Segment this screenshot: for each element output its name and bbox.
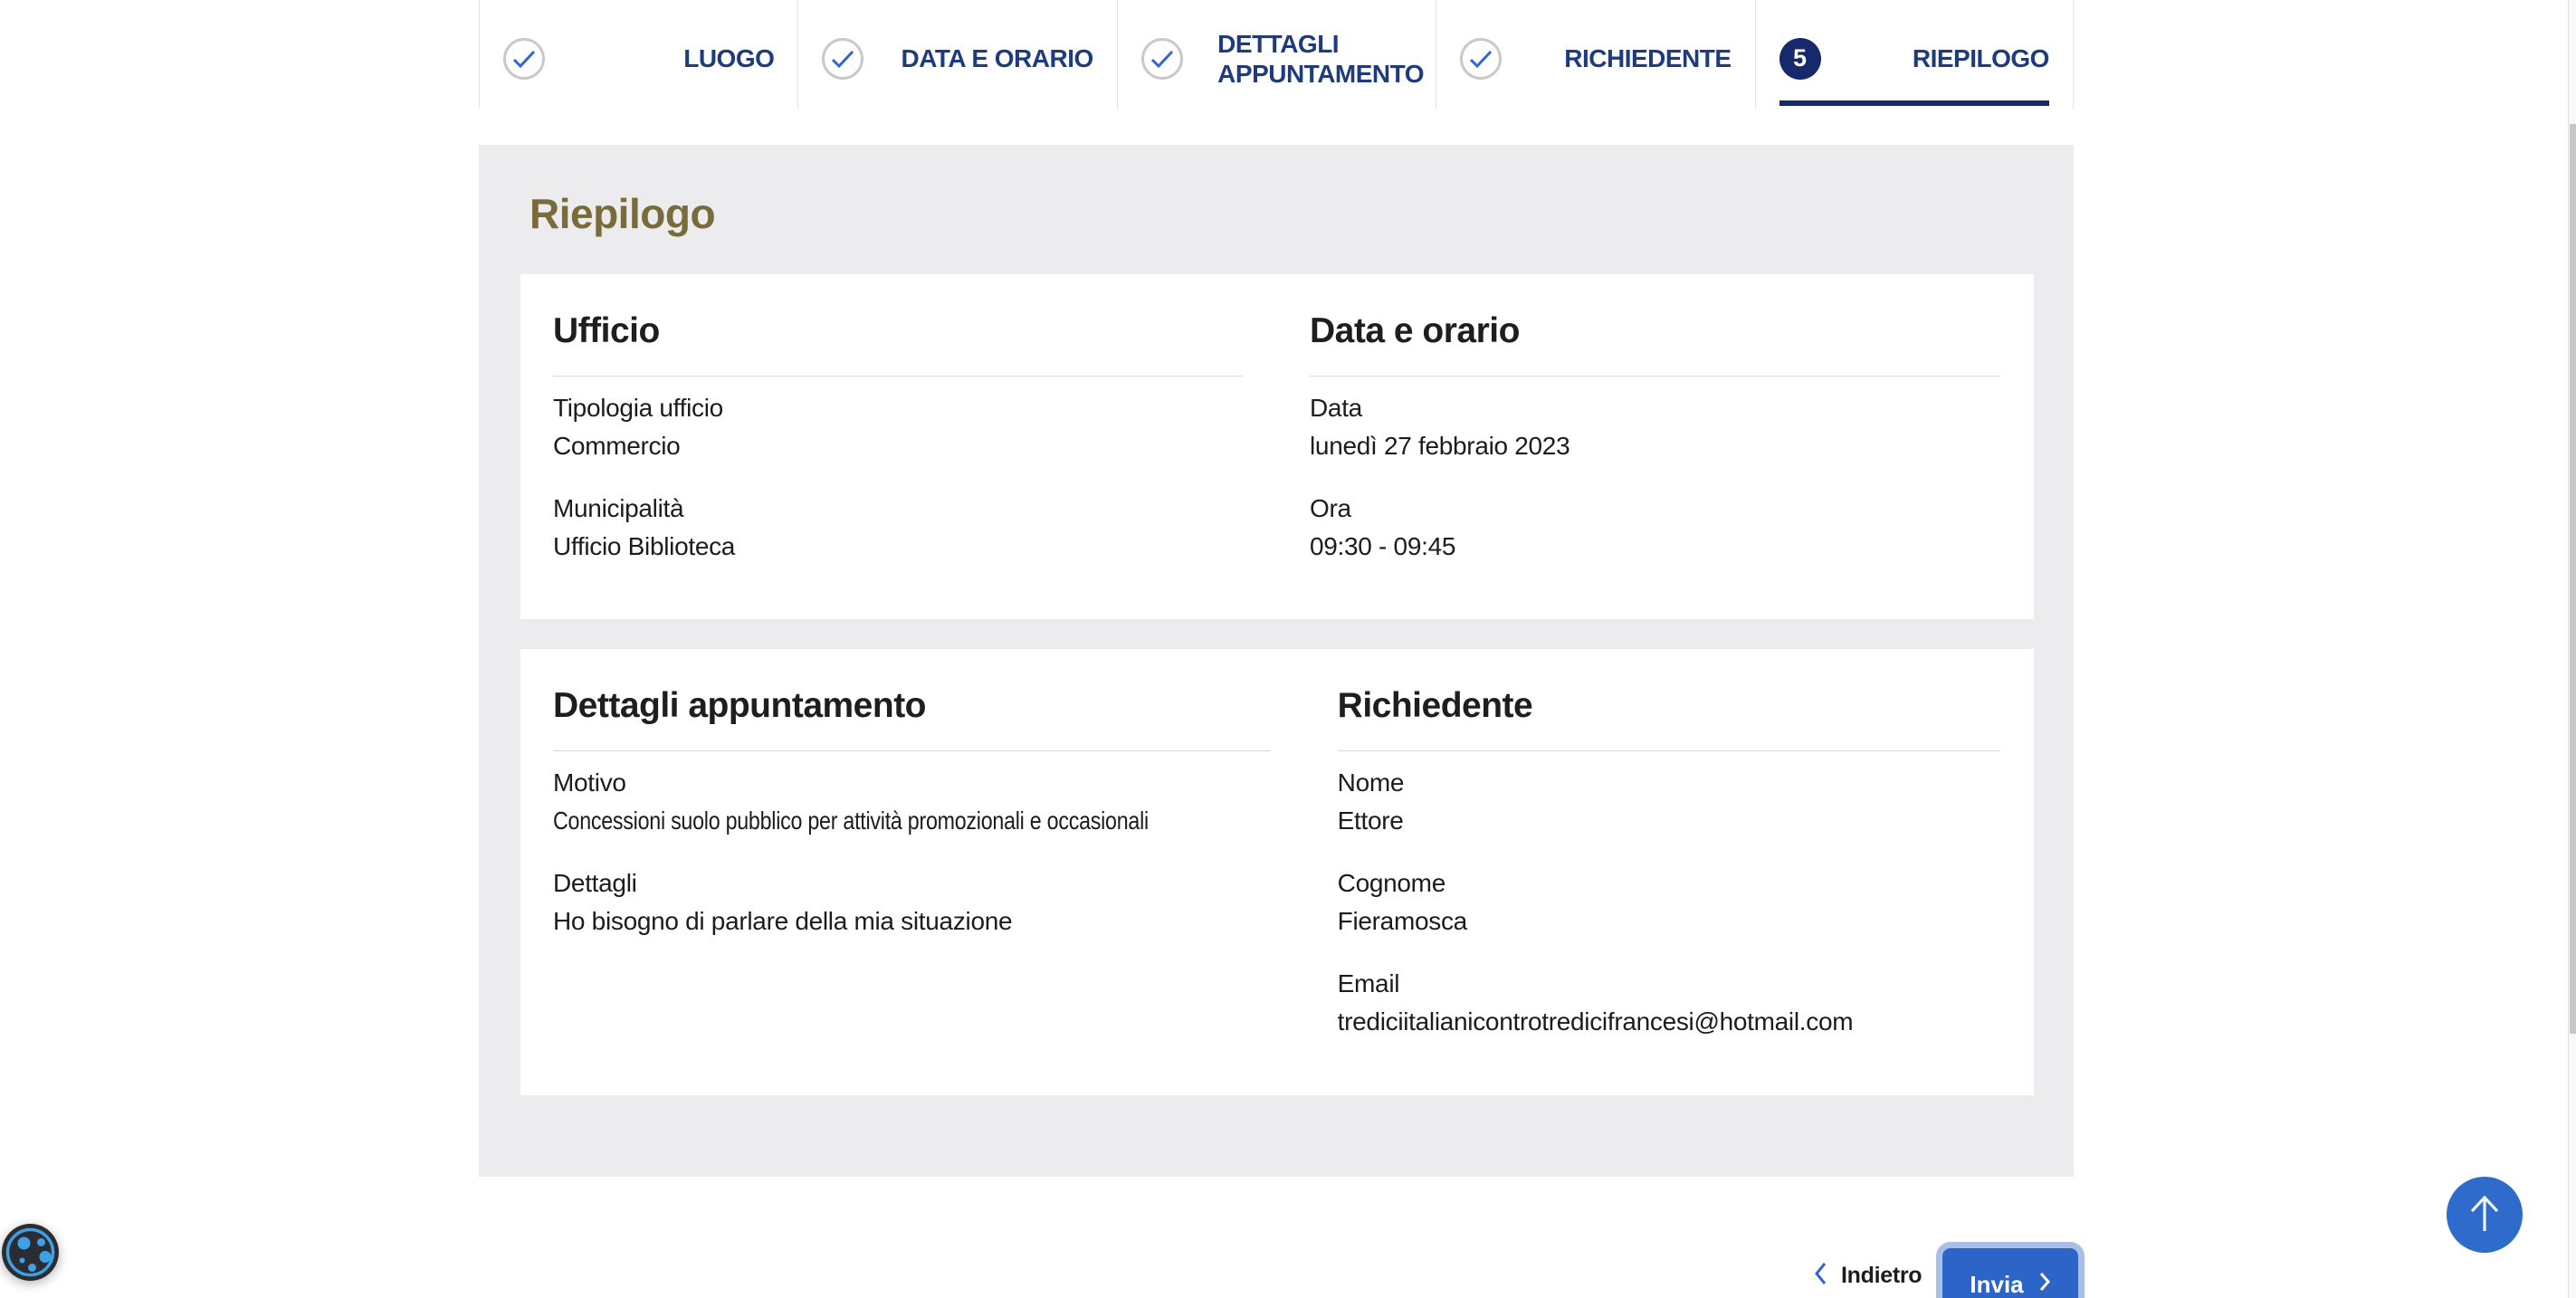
field-value: Ettore (1338, 802, 1999, 840)
check-icon (822, 38, 863, 80)
stepper-step-richiedente[interactable]: RICHIEDENTE (1436, 0, 1754, 110)
summary-field: Motivo Concessioni suolo pubblico per at… (553, 764, 1271, 840)
page-title: Riepilogo (530, 190, 715, 237)
stepper-step-luogo[interactable]: LUOGO (479, 0, 797, 110)
summary-section-data-e-orario: Data e orario Data lunedì 27 febbraio 20… (1277, 274, 2034, 619)
summary-field: Email trediciitalianicontrotredicifrance… (1338, 965, 1999, 1041)
summary-field: Data lunedì 27 febbraio 2023 (1310, 389, 1999, 465)
back-button[interactable]: Indietro (1813, 1261, 1922, 1291)
step-number-badge: 5 (1779, 38, 1821, 80)
field-label: Municipalità (553, 490, 1243, 528)
section-divider (1338, 750, 1999, 751)
submit-button[interactable]: Invia (1942, 1248, 2078, 1298)
section-divider (553, 750, 1271, 751)
chevron-right-icon (2038, 1271, 2051, 1298)
field-value: Fieramosca (1338, 902, 1999, 940)
arrow-up-icon (2465, 1193, 2504, 1237)
check-icon (1460, 38, 1502, 80)
field-value: 09:30 - 09:45 (1310, 528, 1999, 566)
summary-section-ufficio: Ufficio Tipologia ufficio Commercio Muni… (520, 274, 1277, 619)
field-value: Ho bisogno di parlare della mia situazio… (553, 902, 1271, 940)
step-label: LUOGO (683, 43, 774, 73)
field-label: Nome (1338, 764, 1999, 802)
stepper: LUOGO DATA E ORARIO DETTAGLI APPUNTAMENT… (479, 0, 2074, 110)
field-label: Tipologia ufficio (553, 389, 1243, 427)
submit-button-label: Invia (1970, 1271, 2023, 1298)
step-label: RIEPILOGO (1913, 43, 2049, 73)
step-label: DETTAGLI APPUNTAMENTO (1217, 29, 1412, 89)
summary-card-details-applicant: Dettagli appuntamento Motivo Concessioni… (520, 649, 2034, 1095)
stepper-step-data-e-orario[interactable]: DATA E ORARIO (797, 0, 1116, 110)
cookie-widget-button[interactable] (2, 1224, 59, 1281)
summary-field: Municipalità Ufficio Biblioteca (553, 490, 1243, 566)
back-button-label: Indietro (1841, 1263, 1922, 1289)
check-icon (503, 38, 545, 80)
chevron-left-icon (1813, 1261, 1827, 1291)
step-label: DATA E ORARIO (901, 43, 1092, 73)
field-label: Email (1338, 965, 1999, 1003)
scrollbar-thumb[interactable] (2570, 124, 2576, 1034)
field-label: Data (1310, 389, 1999, 427)
field-value: trediciitalianicontrotredicifrancesi@hot… (1338, 1003, 1999, 1041)
section-divider (553, 376, 1243, 377)
field-value: lunedì 27 febbraio 2023 (1310, 427, 1999, 465)
section-title: Richiedente (1338, 685, 1999, 727)
field-value: Ufficio Biblioteca (553, 528, 1243, 566)
summary-section-richiedente: Richiedente Nome Ettore Cognome Fieramos… (1305, 649, 2034, 1095)
summary-field: Dettagli Ho bisogno di parlare della mia… (553, 864, 1271, 940)
section-title: Ufficio (553, 310, 1243, 352)
cookie-icon (2, 1270, 59, 1284)
field-value: Commercio (553, 427, 1243, 465)
field-label: Ora (1310, 490, 1999, 528)
check-icon (1141, 38, 1183, 80)
section-title: Dettagli appuntamento (553, 685, 1271, 727)
stepper-step-dettagli-appuntamento[interactable]: DETTAGLI APPUNTAMENTO (1117, 0, 1436, 110)
scroll-to-top-button[interactable] (2447, 1177, 2523, 1253)
summary-card-location-datetime: Ufficio Tipologia ufficio Commercio Muni… (520, 274, 2034, 619)
summary-field: Tipologia ufficio Commercio (553, 389, 1243, 465)
summary-section-dettagli-appuntamento: Dettagli appuntamento Motivo Concessioni… (520, 649, 1305, 1095)
field-label: Cognome (1338, 864, 1999, 902)
field-label: Dettagli (553, 864, 1271, 902)
appointment-booking-page: LUOGO DATA E ORARIO DETTAGLI APPUNTAMENT… (0, 0, 2576, 1298)
step-label: RICHIEDENTE (1564, 43, 1731, 73)
summary-panel: Riepilogo Ufficio Tipologia ufficio Comm… (479, 145, 2074, 1177)
summary-field: Nome Ettore (1338, 764, 1999, 840)
summary-field: Cognome Fieramosca (1338, 864, 1999, 940)
field-value: Concessioni suolo pubblico per attività … (553, 802, 1149, 840)
scrollbar-track[interactable] (2568, 0, 2576, 1298)
field-label: Motivo (553, 764, 1271, 802)
section-divider (1310, 376, 1999, 377)
stepper-step-riepilogo-active[interactable]: 5 RIEPILOGO (1755, 0, 2074, 110)
section-title: Data e orario (1310, 310, 1999, 352)
summary-field: Ora 09:30 - 09:45 (1310, 490, 1999, 566)
